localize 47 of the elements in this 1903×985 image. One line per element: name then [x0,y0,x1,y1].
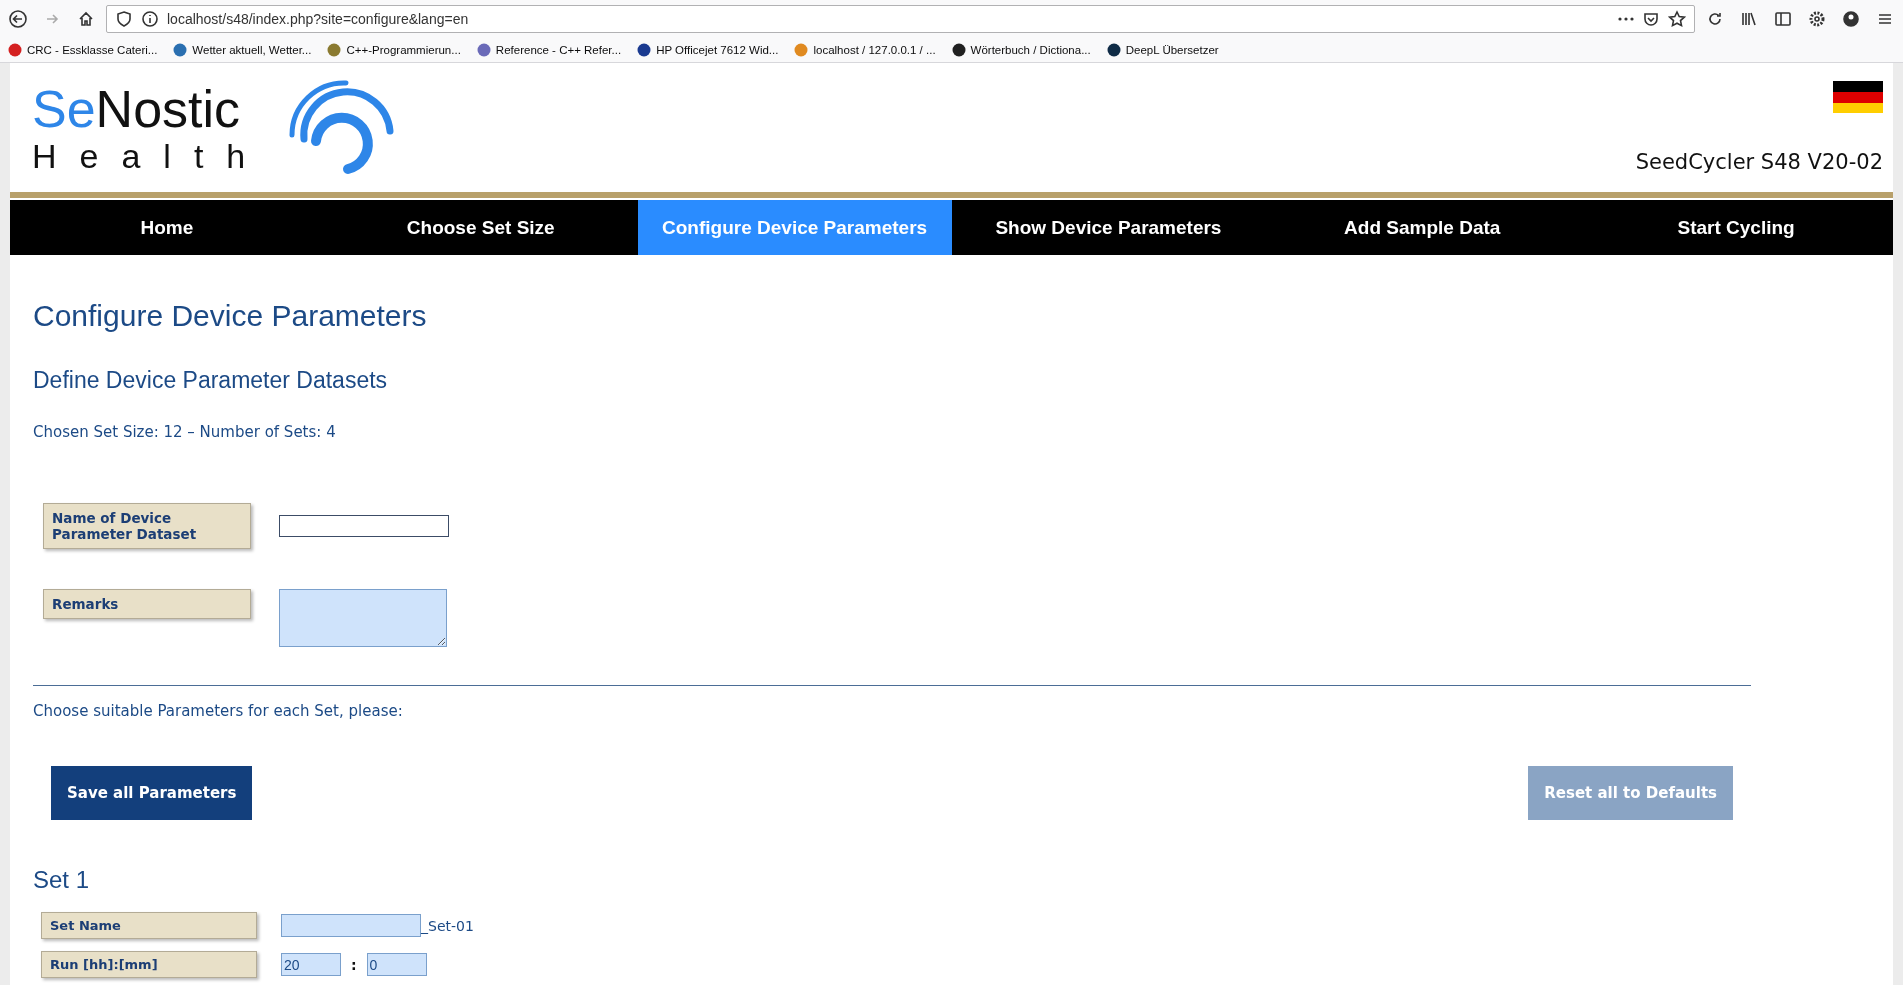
save-button[interactable]: Save all Parameters [51,766,253,820]
bookmark-link[interactable]: Reference - C++ Refer... [476,43,622,57]
logo-title: SeNostic [32,80,242,137]
bookmark-link[interactable]: C++-Programmierun... [327,43,461,57]
name-suffix: _Set-01 [421,917,474,934]
bookmark-link[interactable]: CRC - Essklasse Cateri... [8,43,158,57]
account-icon [1842,10,1860,28]
bookmark-link[interactable]: HP Officejet 7612 Wid... [637,43,779,57]
instructions: Choose suitable Parameters for each Set, please: [33,702,404,720]
gear-icon [1808,10,1826,28]
address-field[interactable]: localhost/s48/index.php?site=configure&lang=en [106,5,1695,33]
shield-icon [115,10,133,28]
nav-tab[interactable]: Home [10,200,324,255]
reload-icon [1706,10,1724,28]
section-title: Define Device Parameter Datasets [33,367,389,394]
remarks-field[interactable] [279,589,447,647]
bookmark-link[interactable]: localhost / 127.0.0.1 / ... [794,43,936,57]
logo-tagline: Health [32,136,269,175]
set-title: Set 1 [33,866,91,894]
nav-tab[interactable]: Start Cycling [1579,200,1893,255]
field-label: Name of Device Parameter Dataset [43,503,251,549]
minutes-field[interactable]: 0 [366,953,427,976]
hours-field[interactable]: 20 [281,953,341,976]
field-label: Remarks [43,589,251,619]
page-title: Configure Device Parameters [33,299,428,333]
bookmark-link[interactable]: DeepL Übersetzer [1106,43,1219,57]
device-version: SeedCycler S48 V20-02 [1635,150,1883,174]
time-separator: : [351,956,357,973]
more-icon[interactable] [1618,17,1634,21]
info-icon [141,10,159,28]
star-icon [1668,10,1686,28]
german-flag-icon[interactable] [1833,81,1883,113]
back-icon [9,10,27,28]
bookmark-link[interactable]: Wörterbuch / Dictiona... [951,43,1091,57]
nav-tab[interactable]: Add Sample Data [1265,200,1580,255]
nav-tab[interactable]: Show Device Parameters [951,200,1266,255]
input-field[interactable] [279,515,449,537]
pocket-icon [1642,10,1660,28]
library-icon [1740,10,1758,28]
sidebar-icon [1774,10,1792,28]
home-icon [77,10,95,28]
bookmark-link[interactable]: Wetter aktuell, Wetter... [173,43,312,57]
set-info: Chosen Set Size: 12 – Number of Sets: 4 [33,423,337,441]
input-field[interactable] [281,914,421,937]
nav-tab[interactable]: Choose Set Size [323,200,638,255]
field-label: Set Name [41,912,257,939]
field-label: Run [hh]:[mm] [41,951,257,978]
